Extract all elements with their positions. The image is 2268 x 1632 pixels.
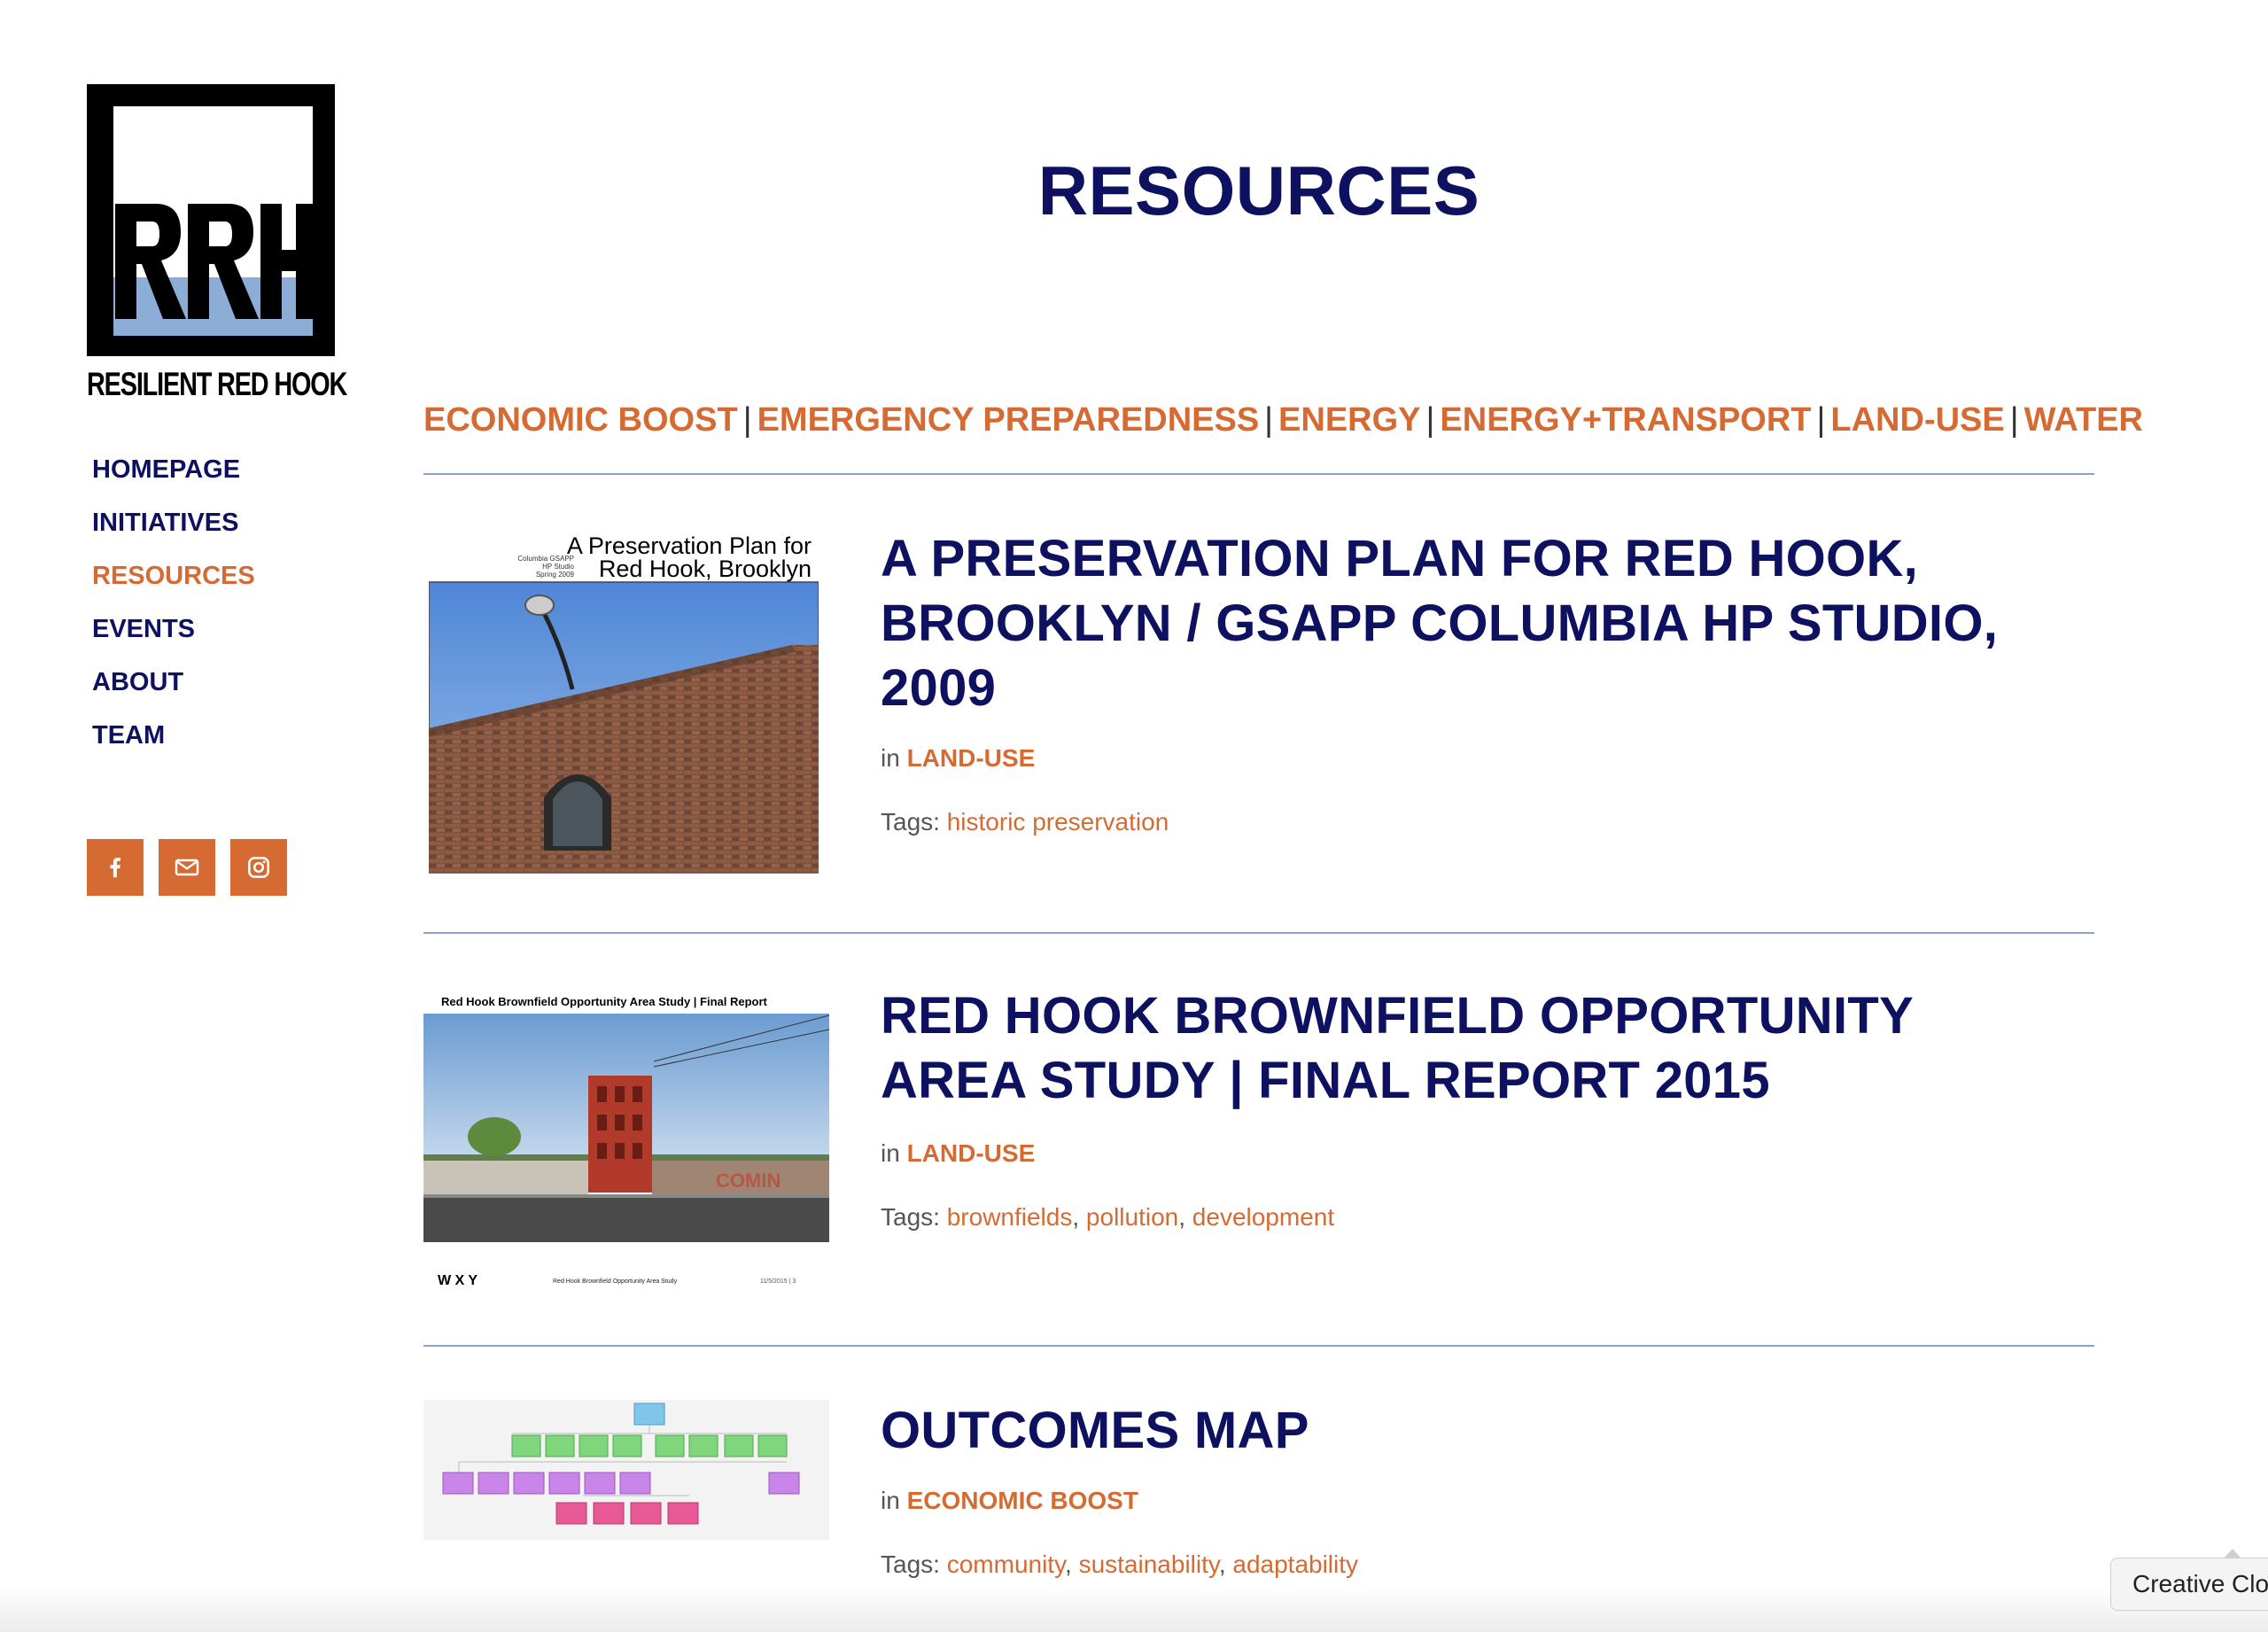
category-separator: | — [1425, 401, 1435, 439]
creative-cloud-badge[interactable]: Creative Clo — [2110, 1558, 2268, 1611]
instagram-button[interactable] — [230, 839, 287, 896]
thumb-small-line: Columbia GSAPP — [517, 555, 574, 563]
post-thumbnail-brownfield[interactable]: Red Hook Brownfield Opportunity Area Stu… — [423, 991, 829, 1292]
nav-item-homepage: HOMEPAGE — [92, 456, 255, 509]
thumb-heading-line2: Red Hook, Brooklyn — [599, 556, 812, 582]
thumb-footer-left: W X Y — [438, 1273, 478, 1288]
nav-item-initiatives: INITIATIVES — [92, 509, 255, 563]
post-category-link[interactable]: LAND-USE — [907, 1139, 1036, 1167]
post-title[interactable]: A PRESERVATION PLAN FOR RED HOOK, BROOKL… — [881, 526, 2068, 720]
tag-link[interactable]: historic preservation — [947, 808, 1169, 835]
nav-link-about[interactable]: ABOUT — [92, 668, 183, 696]
category-separator: | — [1816, 401, 1826, 439]
tag-separator: , — [1218, 1550, 1233, 1578]
nav-link-homepage[interactable]: HOMEPAGE — [92, 455, 240, 484]
facebook-icon — [110, 858, 120, 878]
page-title: RESOURCES — [1037, 152, 1480, 229]
facebook-button[interactable] — [87, 839, 144, 896]
thumb-heading: Red Hook Brownfield Opportunity Area Stu… — [441, 995, 768, 1008]
tag-link[interactable]: community — [947, 1550, 1065, 1578]
category-link-energy-transport[interactable]: ENERGY+TRANSPORT — [1440, 401, 1811, 439]
thumb-small-line: HP Studio — [542, 563, 574, 571]
thumb-small-line: Spring 2009 — [536, 571, 575, 579]
post-title[interactable]: OUTCOMES MAP — [881, 1398, 2068, 1463]
nav-item-events: EVENTS — [92, 616, 255, 669]
tag-separator: , — [1065, 1550, 1079, 1578]
email-icon — [175, 859, 199, 876]
tags-label: Tags: — [881, 808, 940, 835]
category-link-economic-boost[interactable]: ECONOMIC BOOST — [423, 401, 738, 439]
thumbnail-image: Red Hook Brownfield Opportunity Area Stu… — [423, 995, 829, 1288]
logo-caption: RESILIENT RED HOOK — [87, 366, 347, 402]
thumbnail-image — [442, 1403, 800, 1525]
site-logo[interactable]: RESILIENT RED HOOK — [87, 84, 347, 402]
in-label: in — [881, 1487, 900, 1514]
divider — [423, 473, 2094, 475]
post-category-link[interactable]: LAND-USE — [907, 744, 1036, 772]
tag-link[interactable]: brownfields — [947, 1203, 1073, 1231]
logo-rrh-mark — [115, 204, 317, 319]
post-thumbnail-preservation-plan[interactable]: A Preservation Plan for Red Hook, Brookl… — [429, 532, 819, 874]
instagram-icon — [248, 857, 269, 878]
post-tags: Tags: brownfields, pollution, developmen… — [881, 1203, 1334, 1232]
tags-label: Tags: — [881, 1550, 940, 1578]
category-filter-bar: ECONOMIC BOOST | EMERGENCY PREPAREDNESS | EN… — [423, 401, 2143, 439]
post-category-line: in LAND-USE — [881, 744, 1035, 773]
nav-item-resources: RESOURCES — [92, 563, 255, 616]
sidebar: RESILIENT RED HOOK HOMEPAGE INITIATIVES … — [87, 84, 353, 896]
category-separator: | — [2009, 401, 2019, 439]
email-button[interactable] — [159, 839, 215, 896]
tag-separator: , — [1072, 1203, 1086, 1231]
tag-separator: , — [1178, 1203, 1192, 1231]
category-link-water[interactable]: WATER — [2024, 401, 2143, 439]
divider — [423, 932, 2094, 934]
nav-link-events[interactable]: EVENTS — [92, 615, 195, 643]
nav-link-resources[interactable]: RESOURCES — [92, 562, 255, 590]
thumb-footer-right: 11/5/2015 | 3 — [760, 1278, 796, 1285]
post-category-line: in ECONOMIC BOOST — [881, 1487, 1138, 1515]
category-link-energy[interactable]: ENERGY — [1278, 401, 1420, 439]
nav-item-about: ABOUT — [92, 669, 255, 722]
post-category-link[interactable]: ECONOMIC BOOST — [907, 1487, 1138, 1514]
post-tags: Tags: community, sustainability, adaptab… — [881, 1550, 1358, 1579]
nav-link-initiatives[interactable]: INITIATIVES — [92, 509, 238, 537]
in-label: in — [881, 744, 900, 772]
tag-link[interactable]: pollution — [1086, 1203, 1178, 1231]
divider — [423, 1345, 2094, 1347]
social-links — [87, 839, 287, 896]
category-separator: | — [1264, 401, 1274, 439]
tags-label: Tags: — [881, 1203, 940, 1231]
category-link-emergency-preparedness[interactable]: EMERGENCY PREPAREDNESS — [757, 401, 1260, 439]
thumb-footer-mid: Red Hook Brownfield Opportunity Area Stu… — [553, 1278, 678, 1285]
nav-item-team: TEAM — [92, 722, 255, 775]
category-separator: | — [742, 401, 752, 439]
post-title[interactable]: RED HOOK BROWNFIELD OPPORTUNITY AREA STU… — [881, 983, 2068, 1113]
in-label: in — [881, 1139, 900, 1167]
post-tags: Tags: historic preservation — [881, 808, 1169, 836]
window-bottom-shadow — [0, 1586, 2268, 1632]
svg-text:COMIN: COMIN — [716, 1170, 781, 1192]
thumbnail-image: A Preservation Plan for Red Hook, Brookl… — [429, 532, 819, 874]
tag-link[interactable]: adaptability — [1232, 1550, 1358, 1578]
tag-link[interactable]: sustainability — [1079, 1550, 1219, 1578]
main-nav: HOMEPAGE INITIATIVES RESOURCES EVENTS AB… — [92, 456, 255, 775]
post-thumbnail-outcomes-map[interactable] — [423, 1400, 829, 1540]
category-link-land-use[interactable]: LAND-USE — [1830, 401, 2004, 439]
post-category-line: in LAND-USE — [881, 1139, 1035, 1168]
tag-link[interactable]: development — [1192, 1203, 1334, 1231]
nav-link-team[interactable]: TEAM — [92, 721, 165, 750]
